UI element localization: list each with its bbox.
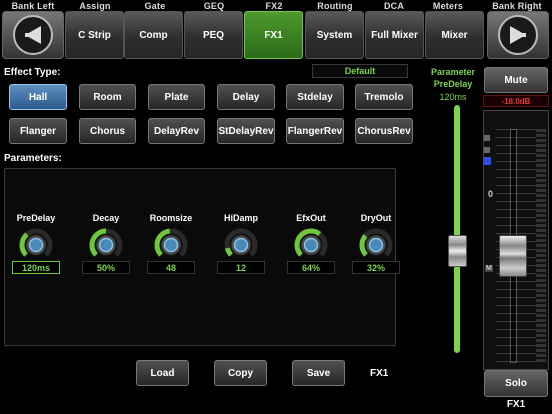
preset-name: Default	[344, 66, 376, 76]
bank-right-label: Bank Right	[492, 1, 542, 11]
scale-marker	[484, 135, 490, 141]
tab-c-strip[interactable]: C Strip	[65, 11, 124, 59]
channel-name: FX1	[506, 399, 526, 410]
knob-value-efxout: 64%	[287, 261, 335, 274]
tab-dca-label: DCA	[383, 1, 405, 11]
tab-geq-label: GEQ	[203, 1, 225, 11]
load-button[interactable]: Load	[136, 360, 189, 386]
m-mark: M	[485, 265, 493, 272]
preset-name-display[interactable]: Default	[312, 64, 408, 78]
param-slider-track[interactable]	[454, 105, 460, 353]
parameters-panel: PreDelay 120ms Decay 50% Roomsize 48 HiDamp 12 E…	[4, 168, 400, 346]
tab-peq[interactable]: PEQ	[184, 11, 243, 59]
effect-type-flangerrev[interactable]: FlangerRev	[286, 118, 344, 144]
tab-gate-label: Gate	[144, 1, 166, 11]
effect-type-tremolo[interactable]: Tremolo	[355, 84, 413, 110]
arrow-right-icon	[498, 15, 538, 55]
knob-roomsize[interactable]	[154, 228, 188, 262]
effect-type-chorus[interactable]: Chorus	[79, 118, 136, 144]
knob-label-dryout: DryOut	[360, 213, 392, 223]
bank-left-button[interactable]	[2, 11, 64, 59]
param-slider-name: PreDelay	[433, 79, 473, 89]
effect-type-chorusrev[interactable]: ChorusRev	[355, 118, 413, 144]
tab-fx2-label: FX2	[265, 1, 283, 11]
knob-value-roomsize: 48	[147, 261, 195, 274]
level-readout-box: -18.0dB	[483, 95, 549, 107]
param-slider-value: 120ms	[439, 92, 467, 102]
param-slider-title: Parameter	[430, 67, 476, 77]
knob-efxout[interactable]	[294, 228, 328, 262]
selected-indicator	[484, 157, 491, 165]
knob-label-efxout: EfxOut	[296, 213, 326, 223]
tab-assign-label: Assign	[79, 1, 111, 11]
bank-right-button[interactable]	[487, 11, 549, 59]
knob-dryout[interactable]	[359, 228, 393, 262]
level-readout: -18.0dB	[501, 96, 531, 106]
copy-button[interactable]: Copy	[214, 360, 267, 386]
mute-button[interactable]: Mute	[484, 67, 548, 93]
knob-value-hidamp: 12	[217, 261, 265, 274]
arrow-left-icon	[13, 15, 53, 55]
knob-value-decay: 50%	[82, 261, 130, 274]
effect-type-flanger[interactable]: Flanger	[9, 118, 67, 144]
current-effect-label: FX1	[370, 368, 389, 379]
knob-label-predelay: PreDelay	[16, 213, 56, 223]
tab-fx1[interactable]: FX1	[244, 11, 303, 59]
effect-type-heading: Effect Type:	[4, 67, 61, 78]
fader-thumb[interactable]	[499, 234, 527, 277]
knob-label-decay: Decay	[92, 213, 120, 223]
knob-predelay[interactable]	[19, 228, 53, 262]
knob-value-predelay: 120ms	[12, 261, 60, 274]
effect-type-stdelayrev[interactable]: StDelayRev	[217, 118, 275, 144]
param-slider-thumb[interactable]	[448, 234, 467, 267]
zero-mark: 0	[488, 189, 494, 199]
effect-type-stdelay[interactable]: Stdelay	[286, 84, 344, 110]
knob-hidamp[interactable]	[224, 228, 258, 262]
tab-comp[interactable]: Comp	[124, 11, 183, 59]
effect-type-room[interactable]: Room	[79, 84, 136, 110]
fader-panel: 0 M	[483, 110, 549, 370]
tab-routing-label: Routing	[317, 1, 353, 11]
save-button[interactable]: Save	[292, 360, 345, 386]
tab-meters-label: Meters	[432, 1, 464, 11]
knob-value-dryout: 32%	[352, 261, 400, 274]
effect-type-delayrev[interactable]: DelayRev	[148, 118, 205, 144]
knob-decay[interactable]	[89, 228, 123, 262]
scale-marker	[484, 147, 490, 153]
effect-type-plate[interactable]: Plate	[148, 84, 205, 110]
effect-type-hall[interactable]: Hall	[9, 84, 67, 110]
effect-type-delay[interactable]: Delay	[217, 84, 275, 110]
bank-left-label: Bank Left	[11, 1, 55, 11]
knob-label-roomsize: Roomsize	[149, 213, 193, 223]
solo-button[interactable]: Solo	[484, 370, 548, 397]
knob-label-hidamp: HiDamp	[223, 213, 258, 223]
tab-full-mixer[interactable]: Full Mixer	[365, 11, 424, 59]
level-meter	[536, 129, 546, 363]
tab-mixer[interactable]: Mixer	[425, 11, 484, 59]
parameters-heading: Parameters:	[4, 153, 62, 164]
tab-system[interactable]: System	[305, 11, 364, 59]
